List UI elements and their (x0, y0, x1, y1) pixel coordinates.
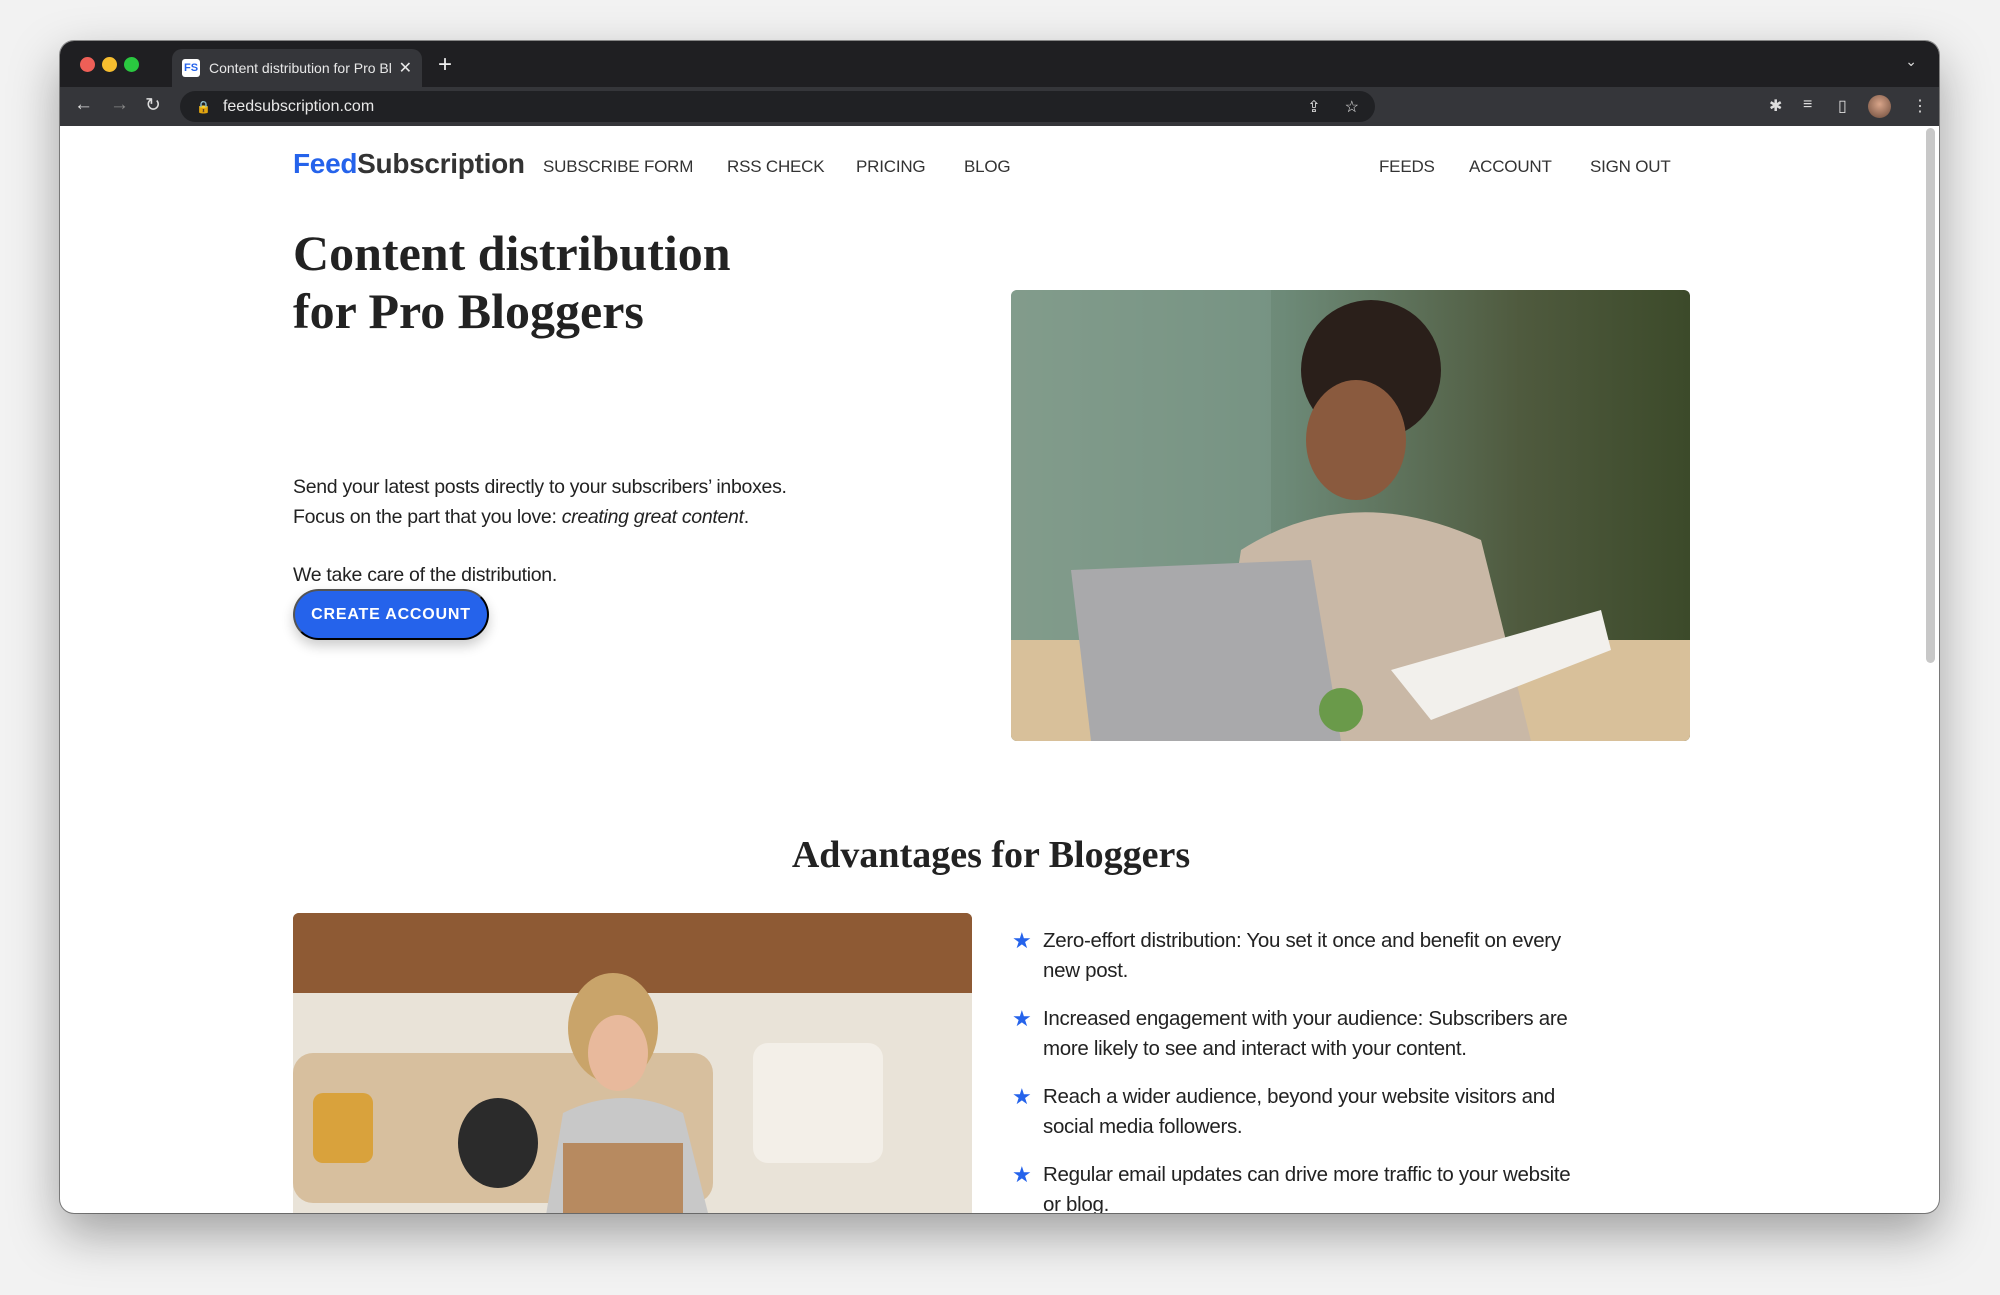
url-text: feedsubscription.com (222, 97, 375, 115)
favicon: FS (182, 59, 200, 77)
advantages-title: Advantages for Bloggers (791, 834, 1191, 876)
nav-subscribe-form[interactable]: SUBSCRIBE FORM (543, 157, 693, 177)
star-icon: ★ (1012, 1006, 1032, 1031)
star-icon[interactable]: ☆ (1345, 97, 1359, 117)
extensions-icon[interactable]: ✱ (1769, 96, 1782, 116)
list-item-text: Increased engagement with your audience:… (1043, 1007, 1568, 1060)
star-icon: ★ (1012, 1084, 1032, 1109)
maximize-window-button[interactable] (124, 57, 139, 72)
list-item: ★ Zero-effort distribution: You set it on… (1012, 926, 1592, 986)
menu-icon[interactable]: ⋮ (1912, 96, 1928, 116)
address-bar[interactable]: 🔒 feedsubscription.com ⇪ ☆ (180, 91, 1375, 122)
desc-line-1: Send your latest posts directly to your … (293, 476, 787, 498)
chevron-down-icon[interactable]: ⌄ (1905, 53, 1917, 70)
list-item-text: Regular email updates can drive more tra… (1043, 1163, 1571, 1213)
nav-rss-check[interactable]: RSS CHECK (727, 157, 825, 177)
desc-emphasis: creating great content (561, 506, 744, 528)
hero-image-illustration (1011, 290, 1690, 741)
desc-period: . (743, 506, 749, 528)
list-item: ★ Reach a wider audience, beyond your web… (1012, 1082, 1592, 1142)
browser-window: FS Content distribution for Pro Bloggers… (60, 41, 1939, 1213)
close-tab-icon[interactable]: ✕ (399, 58, 412, 78)
advantages-image-woman-on-sofa (293, 913, 972, 1213)
close-window-button[interactable] (80, 57, 95, 72)
nav-feeds[interactable]: FEEDS (1379, 157, 1435, 177)
web-page: FeedSubscription SUBSCRIBE FORM RSS CHEC… (60, 126, 1939, 1213)
list-item-text: Zero-effort distribution: You set it onc… (1043, 929, 1561, 982)
avatar[interactable] (1868, 95, 1891, 118)
nav-pricing[interactable]: PRICING (856, 157, 926, 177)
title-line-1: Content distribution (293, 225, 731, 281)
nav-sign-out[interactable]: SIGN OUT (1590, 157, 1671, 177)
hero-description: Send your latest posts directly to your … (293, 472, 787, 532)
tab-bar: FS Content distribution for Pro Bloggers… (60, 41, 1939, 87)
scrollbar[interactable] (1926, 128, 1935, 663)
media-icon[interactable]: ≡ (1803, 96, 1812, 114)
sidepanel-icon[interactable]: ▯ (1838, 96, 1847, 116)
create-account-button[interactable]: CREATE ACCOUNT (293, 589, 489, 640)
new-tab-icon[interactable]: + (438, 51, 452, 79)
desc-line-2: Focus on the part that you love: (293, 506, 562, 528)
list-item-text: Reach a wider audience, beyond your webs… (1043, 1085, 1555, 1138)
browser-tab[interactable]: FS Content distribution for Pro Bloggers… (172, 49, 422, 87)
title-line-2: for Pro Bloggers (293, 283, 644, 339)
hero-tagline: We take care of the distribution. (293, 564, 557, 586)
hero-image-woman-with-laptop (1011, 290, 1690, 741)
nav-blog[interactable]: BLOG (964, 157, 1011, 177)
share-icon[interactable]: ⇪ (1307, 97, 1320, 117)
advantages-image-illustration (293, 913, 972, 1213)
advantages-list: ★ Zero-effort distribution: You set it on… (1012, 926, 1592, 1213)
star-icon: ★ (1012, 1162, 1032, 1187)
list-item: ★ Increased engagement with your audience… (1012, 1004, 1592, 1064)
logo[interactable]: FeedSubscription (293, 148, 525, 180)
tab-title: Content distribution for Pro Bloggers (209, 60, 391, 76)
hero-title: Content distribution for Pro Bloggers (293, 224, 893, 340)
lock-icon: 🔒 (196, 99, 211, 114)
logo-feed: Feed (293, 148, 358, 179)
nav-account[interactable]: ACCOUNT (1469, 157, 1552, 177)
forward-icon[interactable]: → (110, 94, 129, 116)
minimize-window-button[interactable] (102, 57, 117, 72)
reload-icon[interactable]: ↻ (145, 94, 161, 117)
star-icon: ★ (1012, 928, 1032, 953)
list-item: ★ Regular email updates can drive more tr… (1012, 1160, 1592, 1213)
logo-subscription: Subscription (357, 148, 525, 179)
back-icon[interactable]: ← (74, 94, 93, 116)
browser-toolbar: ← → ↻ 🔒 feedsubscription.com ⇪ ☆ ✱ ≡ ▯ ⋮ (60, 87, 1939, 126)
